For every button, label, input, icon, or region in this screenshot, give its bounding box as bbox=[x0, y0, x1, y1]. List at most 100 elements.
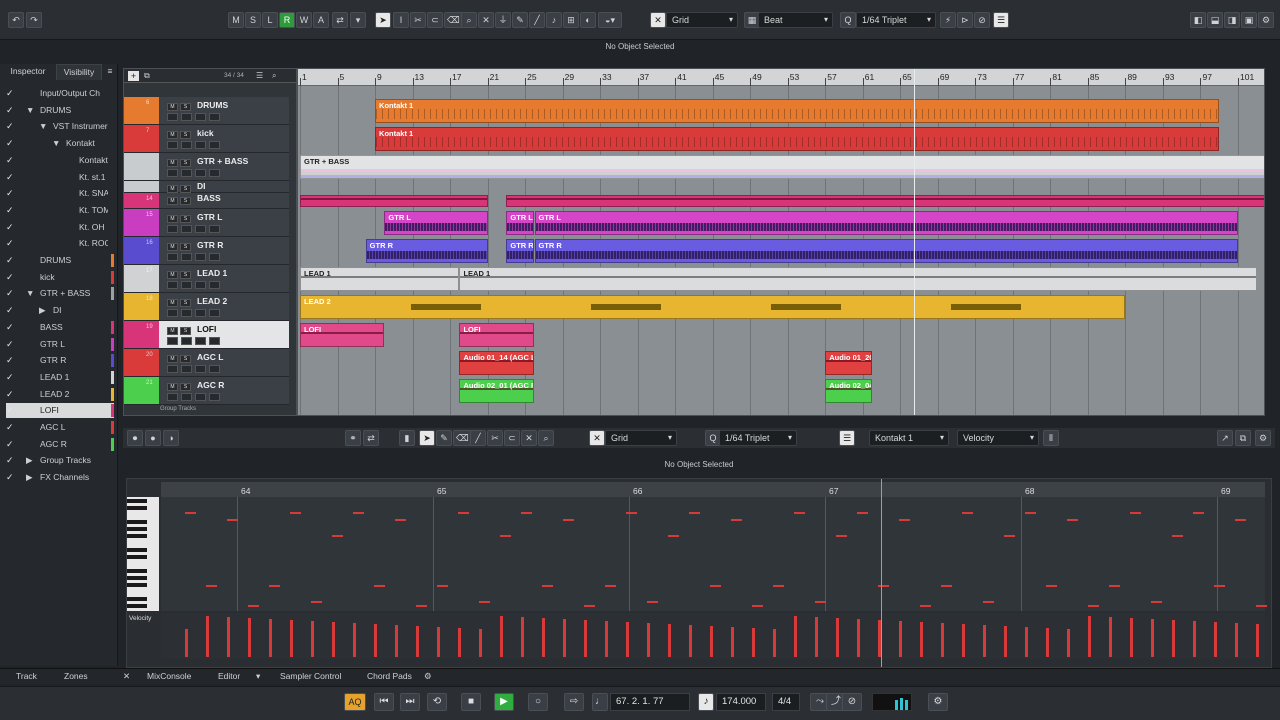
cycle-icon[interactable]: ⟲ bbox=[427, 693, 447, 711]
midi-note[interactable] bbox=[1172, 535, 1183, 537]
velocity-bar[interactable] bbox=[626, 622, 629, 657]
velocity-bar[interactable] bbox=[920, 622, 923, 657]
track-color-swatch[interactable] bbox=[124, 293, 159, 320]
iterative-quantize-icon[interactable]: ⚡ bbox=[940, 12, 956, 28]
event-display[interactable]: Kontakt 1 Kontakt 1 GTR + BASS GTR L GTR L GT… bbox=[298, 69, 1264, 415]
track-header[interactable]: 20 M S AGC L bbox=[124, 349, 289, 377]
edit-instrument-button[interactable] bbox=[195, 141, 206, 149]
velocity-bar[interactable] bbox=[710, 626, 713, 657]
editor-erase-tool-icon[interactable]: ⌫ bbox=[453, 430, 472, 446]
track-name[interactable]: DRUMS bbox=[197, 100, 228, 110]
tab-track[interactable]: Track bbox=[16, 671, 37, 681]
velocity-bar[interactable] bbox=[374, 624, 377, 657]
monitor-button[interactable] bbox=[181, 113, 192, 121]
velocity-bar[interactable] bbox=[773, 629, 776, 657]
line-tool-icon[interactable]: ╱ bbox=[529, 12, 545, 28]
record-enable-button[interactable] bbox=[167, 141, 178, 149]
velocity-bar[interactable] bbox=[752, 628, 755, 657]
visibility-item[interactable]: ✓ Kt. st.1 bbox=[6, 170, 114, 185]
track-color-swatch[interactable] bbox=[124, 349, 159, 376]
checkmark-icon[interactable]: ✓ bbox=[6, 203, 18, 218]
velocity-bar[interactable] bbox=[542, 618, 545, 657]
event-part[interactable]: Kontakt 1 bbox=[375, 127, 1220, 151]
midi-note[interactable] bbox=[584, 605, 595, 607]
visibility-item[interactable]: ✓ ▼ VST Instrumer bbox=[6, 119, 114, 134]
instrument-dropdown[interactable]: Kontakt 1 ▾ bbox=[869, 430, 949, 446]
visibility-item[interactable]: ✓ Kt. SNARE bbox=[6, 186, 114, 201]
edit-instrument-button[interactable] bbox=[195, 113, 206, 121]
read-button[interactable] bbox=[209, 113, 220, 121]
editor-playhead[interactable] bbox=[881, 479, 882, 667]
solo-button[interactable]: S bbox=[180, 299, 191, 307]
range-tool-icon[interactable]: I bbox=[393, 12, 409, 28]
velocity-bar[interactable] bbox=[332, 622, 335, 657]
controller-lanes-icon[interactable]: ⦀ bbox=[1043, 430, 1059, 446]
visibility-item[interactable]: ✓ BASS bbox=[6, 320, 114, 335]
midi-note[interactable] bbox=[1025, 512, 1036, 514]
event-part[interactable]: Audio 01_20 bbox=[825, 351, 873, 375]
menu-icon[interactable]: ≡ bbox=[104, 64, 116, 80]
midi-note[interactable] bbox=[689, 512, 700, 514]
visibility-item[interactable]: ✓ AGC L bbox=[6, 420, 114, 435]
black-key[interactable] bbox=[127, 555, 147, 559]
right-zone-icon[interactable]: ◨ bbox=[1224, 12, 1240, 28]
velocity-bar[interactable] bbox=[815, 617, 818, 657]
solo-button[interactable]: S bbox=[180, 355, 191, 363]
midi-note[interactable] bbox=[1004, 535, 1015, 537]
event-part[interactable]: GTR + BASS bbox=[300, 155, 1264, 179]
event-part[interactable]: Kontakt 1 bbox=[375, 99, 1220, 123]
velocity-bar[interactable] bbox=[227, 617, 230, 657]
midi-note[interactable] bbox=[983, 601, 994, 603]
controller-dropdown[interactable]: Velocity ▾ bbox=[957, 430, 1039, 446]
velocity-bar[interactable] bbox=[1109, 617, 1112, 657]
velocity-bar[interactable] bbox=[1025, 627, 1028, 657]
collapse-icon[interactable]: ▶ bbox=[26, 453, 33, 468]
track-name[interactable]: GTR + BASS bbox=[197, 156, 248, 166]
editor-split-tool-icon[interactable]: ✂ bbox=[487, 430, 503, 446]
checkmark-icon[interactable]: ✓ bbox=[6, 353, 18, 368]
track-name[interactable]: BASS bbox=[197, 193, 221, 203]
velocity-bar[interactable] bbox=[899, 621, 902, 657]
checkmark-icon[interactable]: ✓ bbox=[6, 153, 18, 168]
add-track-icon[interactable]: + bbox=[128, 71, 139, 81]
midi-note[interactable] bbox=[794, 512, 805, 514]
mute-button[interactable]: M bbox=[167, 131, 178, 139]
velocity-bar[interactable] bbox=[1046, 628, 1049, 657]
dropdown-icon[interactable]: ▾ bbox=[350, 12, 366, 28]
event-part[interactable]: LEAD 1 bbox=[300, 267, 460, 291]
mute-button[interactable]: M bbox=[167, 299, 178, 307]
midi-note[interactable] bbox=[920, 605, 931, 607]
checkmark-icon[interactable]: ✓ bbox=[6, 186, 18, 201]
track-color-swatch[interactable] bbox=[124, 377, 159, 404]
midi-note[interactable] bbox=[878, 585, 889, 587]
event-part[interactable]: LOFI bbox=[300, 323, 385, 347]
checkmark-icon[interactable]: ✓ bbox=[6, 170, 18, 185]
project-window[interactable]: 1 5 9 13 17 21 25 29 33 37 41 45 49 53 57 61 65 69 73 77 81 8… bbox=[297, 68, 1265, 416]
signature-field[interactable]: 4/4 bbox=[772, 693, 800, 711]
editor-settings-icon[interactable]: ⚙ bbox=[1255, 430, 1271, 446]
quantize-icon[interactable]: Q bbox=[840, 12, 856, 28]
midi-note[interactable] bbox=[311, 601, 322, 603]
automation-mode-button[interactable]: A bbox=[313, 12, 329, 28]
transport-settings-icon[interactable]: ⚙ bbox=[928, 693, 948, 711]
solo-button[interactable]: S bbox=[180, 215, 191, 223]
velocity-lane[interactable] bbox=[161, 613, 1265, 659]
track-header[interactable]: 6 M S DRUMS bbox=[124, 97, 289, 125]
velocity-bar[interactable] bbox=[1172, 620, 1175, 657]
velocity-bar[interactable] bbox=[563, 619, 566, 657]
solo-state-button[interactable]: S bbox=[245, 12, 261, 28]
velocity-bar[interactable] bbox=[269, 619, 272, 657]
midi-note[interactable] bbox=[206, 585, 217, 587]
event-part[interactable]: LOFI bbox=[459, 323, 535, 347]
editor-quantize-dropdown[interactable]: 1/64 Triplet ▾ bbox=[719, 430, 797, 446]
split-tool-icon[interactable]: ✂ bbox=[410, 12, 426, 28]
mute-button[interactable]: M bbox=[167, 185, 178, 193]
velocity-bar[interactable] bbox=[353, 623, 356, 657]
midi-note[interactable] bbox=[227, 519, 238, 521]
checkmark-icon[interactable]: ✓ bbox=[6, 370, 18, 385]
midi-note[interactable] bbox=[563, 519, 574, 521]
read-button[interactable] bbox=[209, 337, 220, 345]
visibility-item[interactable]: ✓ ▼ GTR + BASS bbox=[6, 286, 114, 301]
monitor-button[interactable] bbox=[181, 337, 192, 345]
monitor-button[interactable] bbox=[181, 253, 192, 261]
